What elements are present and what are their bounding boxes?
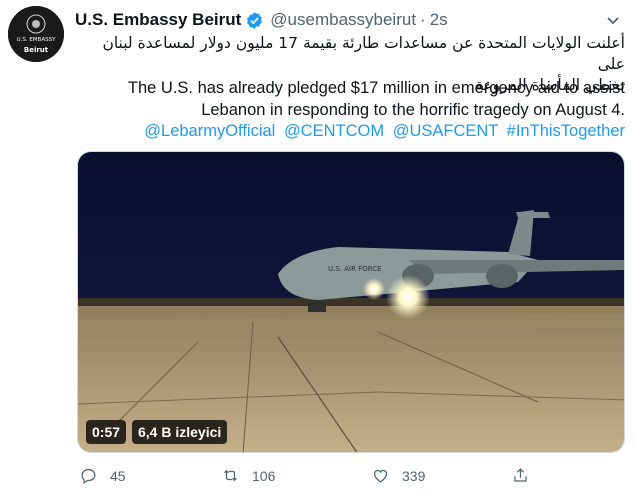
retweet-icon xyxy=(224,469,237,482)
mention-list: @LebarmyOfficial @CENTCOM @USAFCENT #InT… xyxy=(75,121,625,142)
author-handle[interactable]: @usembassybeirut xyxy=(270,10,416,30)
video-frame: U.S. AIR FORCE xyxy=(78,152,624,452)
author-name[interactable]: U.S. Embassy Beirut xyxy=(75,10,241,30)
arabic-line-1: أعلنت الولايات المتحدة عن مساعدات طارئة … xyxy=(102,34,625,73)
avatar-label: Beirut xyxy=(24,46,49,54)
retweet-count: 106 xyxy=(252,467,276,484)
video-player[interactable]: U.S. AIR FORCE 0:57 6,4 B izleyici xyxy=(77,151,625,453)
video-duration-badge: 0:57 xyxy=(86,420,127,444)
like-button[interactable]: 339 xyxy=(371,466,425,485)
mention-usafcent[interactable]: @USAFCENT xyxy=(393,122,498,140)
avatar[interactable]: U.S. EMBASSY Beirut xyxy=(8,6,64,62)
like-count: 339 xyxy=(402,467,426,484)
english-line-2: Lebanon in responding to the horrific tr… xyxy=(201,101,625,119)
tweet-header: U.S. Embassy Beirut @usembassybeirut · 2… xyxy=(75,8,448,32)
tweet-timestamp[interactable]: 2s xyxy=(430,10,448,30)
separator-dot: · xyxy=(420,10,426,29)
reply-count: 45 xyxy=(110,467,126,484)
verified-badge-icon xyxy=(247,11,263,29)
action-bar: 45 106 339 xyxy=(75,466,625,494)
retweet-button[interactable]: 106 xyxy=(221,466,275,485)
hashtag-inthistogether[interactable]: #InThisTogether xyxy=(507,122,625,140)
aircraft-marking: U.S. AIR FORCE xyxy=(328,265,382,273)
share-button[interactable] xyxy=(511,466,542,485)
landing-light xyxy=(386,275,430,319)
reply-icon xyxy=(81,468,96,484)
heart-icon xyxy=(373,469,388,483)
mention-centcom[interactable]: @CENTCOM xyxy=(284,122,384,140)
chevron-down-icon[interactable] xyxy=(605,12,621,28)
avatar-seal-text: U.S. EMBASSY xyxy=(17,37,57,43)
english-line-1: The U.S. has already pledged $17 million… xyxy=(127,79,625,97)
reply-button[interactable]: 45 xyxy=(79,466,126,485)
share-icon xyxy=(514,468,527,482)
mention-lebarmy[interactable]: @LebarmyOfficial xyxy=(144,122,275,140)
video-views-badge: 6,4 B izleyici xyxy=(132,420,228,444)
embassy-seal-icon: U.S. EMBASSY Beirut xyxy=(8,6,64,62)
